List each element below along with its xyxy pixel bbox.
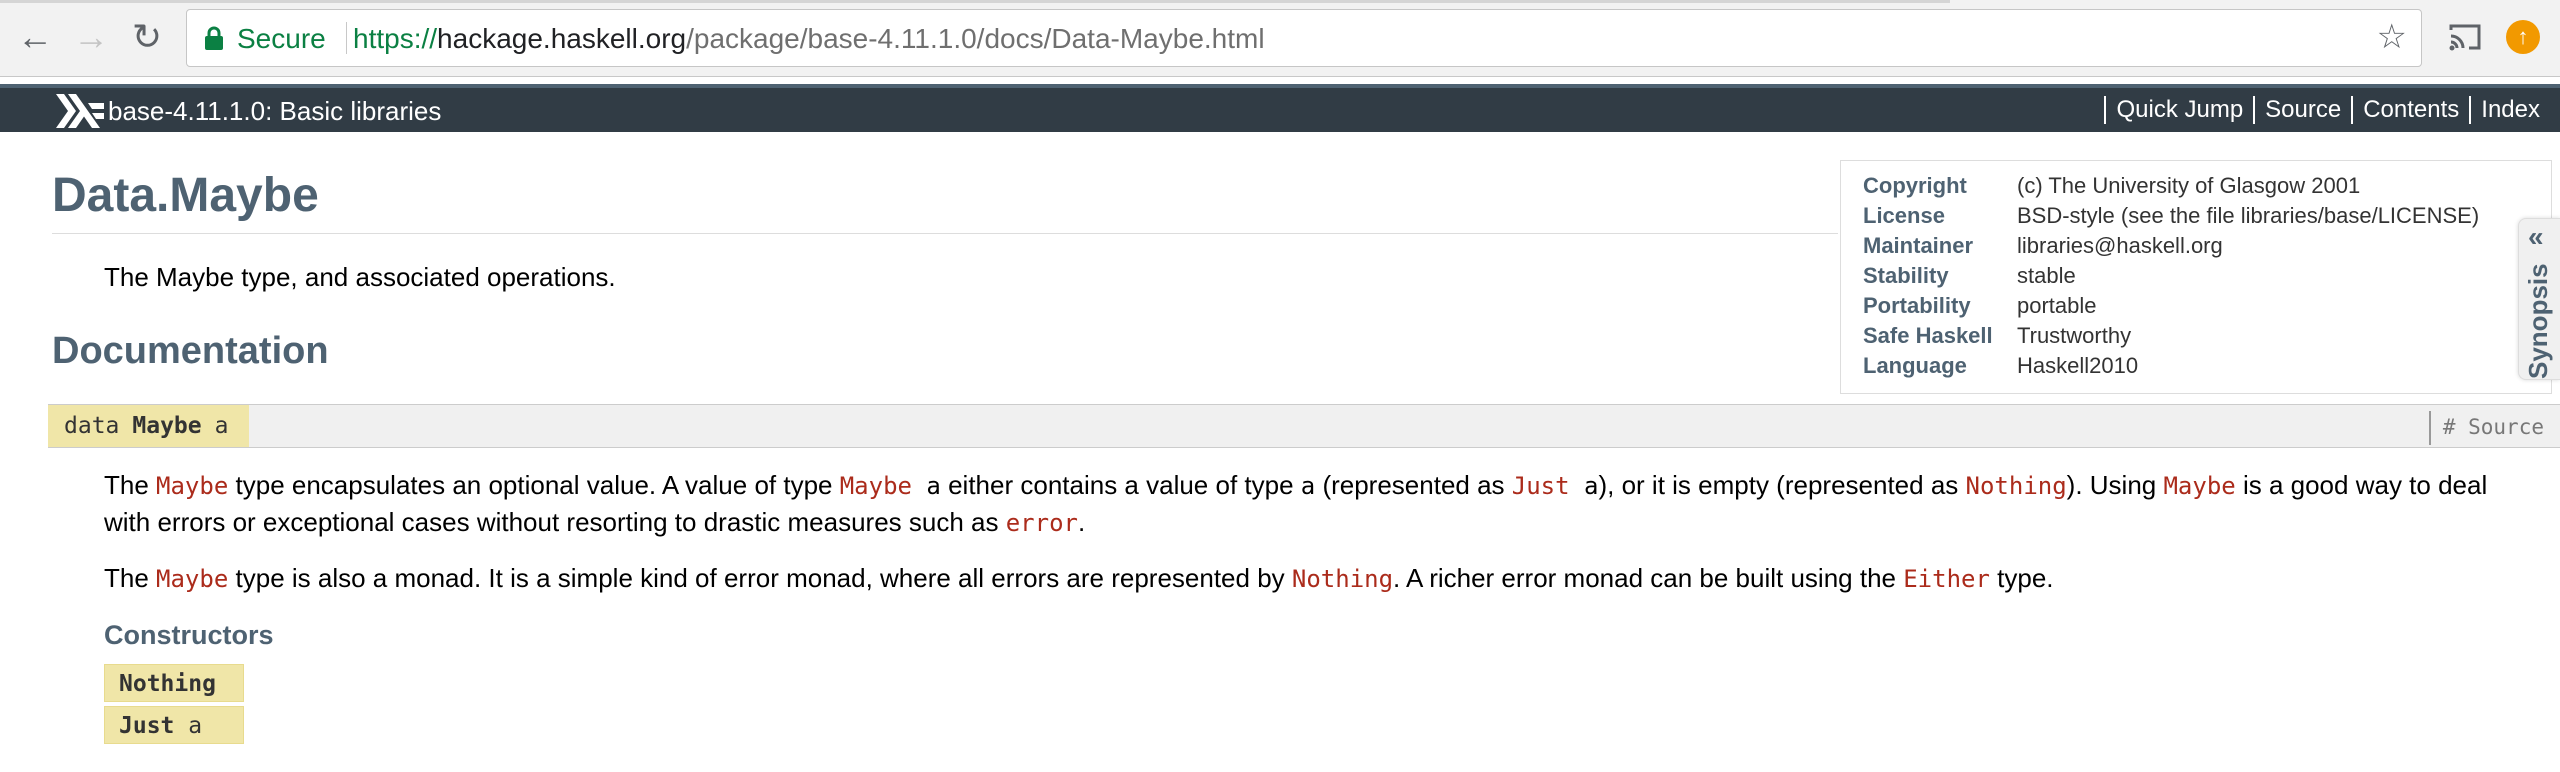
- url-scheme: https://: [353, 23, 438, 54]
- haskell-logo-icon[interactable]: [56, 94, 104, 128]
- just-link[interactable]: Just: [1512, 472, 1570, 500]
- info-value: portable: [2017, 293, 2097, 318]
- synopsis-label: Synopsis: [2523, 263, 2553, 379]
- info-row-copyright: Copyright (c) The University of Glasgow 2…: [1863, 171, 2551, 201]
- reload-icon[interactable]: ↻: [122, 12, 172, 62]
- info-value: stable: [2017, 263, 2076, 288]
- url-text[interactable]: https://hackage.haskell.org/package/base…: [353, 23, 1265, 55]
- keyword-data: data: [64, 413, 120, 439]
- error-link[interactable]: error: [1006, 509, 1078, 537]
- info-row-safe-haskell: Safe Haskell Trustworthy: [1863, 321, 2551, 351]
- info-value: Haskell2010: [2017, 353, 2139, 378]
- type-variable: a: [214, 413, 229, 439]
- update-icon[interactable]: ↑: [2506, 20, 2540, 54]
- synopsis-tab[interactable]: « Synopsis: [2518, 218, 2560, 380]
- info-value: (c) The University of Glasgow 2001: [2017, 173, 2361, 198]
- documentation-heading: Documentation: [52, 330, 329, 372]
- nothing-link[interactable]: Nothing: [1292, 565, 1393, 593]
- info-key: Copyright: [1863, 173, 1967, 198]
- info-key: Stability: [1863, 263, 1949, 288]
- lock-icon: [205, 26, 223, 50]
- info-key: Language: [1863, 353, 1967, 378]
- star-icon[interactable]: ☆: [2377, 20, 2407, 54]
- code-type-var: a: [911, 472, 941, 500]
- declaration-bar: data Maybe a # Source: [48, 404, 2560, 448]
- info-row-stability: Stability stable: [1863, 261, 2551, 291]
- info-value: Trustworthy: [2017, 323, 2132, 348]
- maybe-link[interactable]: Maybe: [840, 472, 912, 500]
- info-row-portability: Portability portable: [1863, 291, 2551, 321]
- info-key: Portability: [1863, 293, 1971, 318]
- maybe-link[interactable]: Maybe: [156, 565, 228, 593]
- source-link[interactable]: # Source: [2428, 411, 2560, 445]
- tab-strip-edge: [0, 0, 1950, 3]
- maybe-link[interactable]: Maybe: [156, 472, 228, 500]
- code-type-var: a: [1569, 472, 1599, 500]
- browser-toolbar: ← → ↻ Secure https://hackage.haskell.org…: [0, 0, 2560, 77]
- constructors-heading: Constructors: [104, 620, 274, 650]
- package-caption[interactable]: base-4.11.1.0: Basic libraries: [108, 96, 441, 127]
- doc-paragraph-2: The Maybe type is also a monad. It is a …: [104, 563, 2054, 593]
- module-info-table: Copyright (c) The University of Glasgow 2…: [1840, 160, 2552, 394]
- omnibox-divider: [346, 22, 347, 54]
- url-path: /package/base-4.11.1.0/docs/Data-Maybe.h…: [686, 23, 1265, 54]
- index-link[interactable]: Index: [2469, 96, 2550, 124]
- url-host: hackage.haskell.org: [437, 23, 687, 54]
- info-value: BSD-style (see the file libraries/base/L…: [2017, 203, 2480, 228]
- secure-label: Secure: [237, 23, 326, 54]
- nothing-link[interactable]: Nothing: [1966, 472, 2067, 500]
- address-bar[interactable]: Secure https://hackage.haskell.org/packa…: [186, 9, 2422, 67]
- constructor-name[interactable]: Just: [119, 713, 174, 739]
- type-name-anchor[interactable]: Maybe: [132, 413, 201, 439]
- info-row-language: Language Haskell2010: [1863, 351, 2551, 381]
- contents-link[interactable]: Contents: [2351, 96, 2469, 124]
- constructor-nothing: Nothing: [104, 664, 244, 702]
- module-title: Data.Maybe: [52, 168, 1838, 234]
- package-header: base-4.11.1.0: Basic libraries Quick Jum…: [0, 84, 2560, 132]
- constructors-list: Nothing Just a: [104, 664, 244, 748]
- source-link-top[interactable]: Source: [2253, 96, 2351, 124]
- code-type-var: a: [1300, 472, 1316, 500]
- constructor-arg: a: [188, 713, 203, 739]
- cast-icon[interactable]: [2448, 20, 2482, 54]
- top-nav-links: Quick Jump Source Contents Index: [2104, 96, 2550, 124]
- info-row-maintainer: Maintainer libraries@haskell.org: [1863, 231, 2551, 261]
- info-key: Maintainer: [1863, 233, 1974, 258]
- forward-icon[interactable]: →: [66, 12, 116, 62]
- constructor-name[interactable]: Nothing: [119, 671, 216, 697]
- info-value: libraries@haskell.org: [2017, 233, 2223, 258]
- back-icon[interactable]: ←: [10, 12, 60, 62]
- info-row-license: License BSD-style (see the file libraries…: [1863, 201, 2551, 231]
- maybe-link[interactable]: Maybe: [2163, 472, 2235, 500]
- info-key: Safe Haskell: [1863, 323, 1993, 348]
- either-link[interactable]: Either: [1903, 565, 1990, 593]
- declaration-signature: data Maybe a: [48, 405, 249, 447]
- quick-jump-link[interactable]: Quick Jump: [2104, 96, 2253, 124]
- chevron-left-icon: «: [2528, 221, 2544, 252]
- module-description: The Maybe type, and associated operation…: [104, 262, 616, 292]
- doc-paragraph-1: The Maybe type encapsulates an optional …: [104, 470, 2488, 537]
- info-key: License: [1863, 203, 1945, 228]
- constructor-just: Just a: [104, 706, 244, 744]
